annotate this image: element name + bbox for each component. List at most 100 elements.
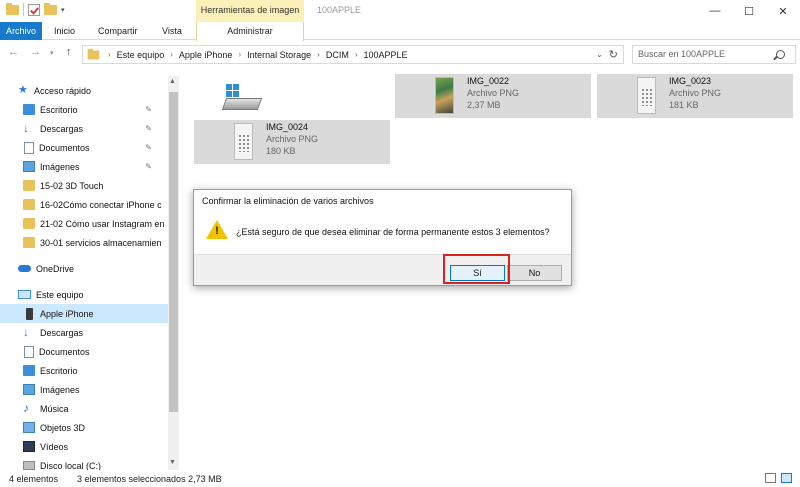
- sidebar-item-label: Documentos: [39, 142, 90, 153]
- recent-locations-chevron-icon[interactable]: ▾: [50, 49, 54, 57]
- disk-icon: [23, 461, 35, 470]
- pin-icon: ✎: [145, 143, 152, 152]
- sidebar-item-imagenes[interactable]: Imágenes ✎: [0, 157, 168, 176]
- tab-inicio[interactable]: Inicio: [54, 22, 75, 40]
- sidebar-item-descargas[interactable]: ↓ Descargas ✎: [0, 119, 168, 138]
- forward-arrow-icon[interactable]: →: [30, 46, 41, 58]
- desktop-folder-icon: [23, 365, 35, 376]
- sidebar-item-objetos-3d[interactable]: Objetos 3D: [0, 418, 168, 437]
- breadcrumb-separator-icon[interactable]: ›: [170, 50, 173, 59]
- file-type: Archivo PNG: [467, 88, 520, 98]
- sidebar-item-label: Imágenes: [40, 384, 80, 395]
- sidebar-item-folder-instagram[interactable]: 21-02 Cómo usar Instagram en: [0, 214, 168, 233]
- file-tile-img-0024[interactable]: IMG_0024 Archivo PNG 180 KB: [194, 120, 390, 164]
- pictures-icon: [23, 384, 35, 395]
- sidebar-scrollbar-thumb[interactable]: [169, 92, 178, 412]
- file-tile-img-0023[interactable]: IMG_0023 Archivo PNG 181 KB: [597, 74, 793, 118]
- sidebar-item-label: Música: [40, 403, 69, 414]
- windows-drive-icon[interactable]: [221, 84, 263, 114]
- details-view-icon[interactable]: [765, 473, 776, 483]
- yes-button-highlight: [443, 254, 510, 284]
- tab-vista[interactable]: Vista: [162, 22, 182, 40]
- title-bar: ▾ Herramientas de imagen 100APPLE — ☐ ✕: [0, 0, 800, 40]
- up-arrow-icon[interactable]: ↑: [66, 46, 72, 58]
- refresh-icon[interactable]: ↻: [609, 48, 618, 61]
- sidebar-item-videos[interactable]: Vídeos: [0, 437, 168, 456]
- sidebar-item-disco-local[interactable]: Disco local (C:): [0, 456, 168, 470]
- navigation-bar: ← → ▾ ↑ › Este equipo › Apple iPhone › I…: [0, 42, 800, 66]
- cloud-icon: [18, 265, 31, 272]
- new-folder-icon[interactable]: [44, 2, 57, 15]
- breadcrumb-separator-icon[interactable]: ›: [317, 50, 320, 59]
- tab-compartir[interactable]: Compartir: [98, 22, 138, 40]
- sidebar-item-label: 21-02 Cómo usar Instagram en: [40, 218, 165, 229]
- tab-archivo[interactable]: Archivo: [0, 22, 42, 40]
- sidebar-item-documentos[interactable]: Documentos ✎: [0, 138, 168, 157]
- scroll-up-arrow-icon[interactable]: ▲: [169, 78, 176, 85]
- no-button[interactable]: No: [507, 265, 562, 281]
- customize-toolbar-chevron-icon[interactable]: ▾: [61, 6, 65, 14]
- window-title: 100APPLE: [317, 5, 362, 15]
- video-icon: [23, 441, 35, 452]
- sidebar-item-folder-3d-touch[interactable]: 15-02 3D Touch: [0, 176, 168, 195]
- breadcrumb-apple-iphone[interactable]: Apple iPhone: [179, 50, 233, 60]
- breadcrumb-internal-storage[interactable]: Internal Storage: [247, 50, 311, 60]
- tiles-view-icon[interactable]: [781, 473, 792, 483]
- back-arrow-icon[interactable]: ←: [8, 46, 19, 58]
- close-button[interactable]: ✕: [766, 0, 800, 22]
- address-history-chevron-icon[interactable]: ⌄: [596, 50, 603, 59]
- address-bar[interactable]: › Este equipo › Apple iPhone › Internal …: [82, 45, 624, 64]
- sidebar-item-label: 15-02 3D Touch: [40, 180, 104, 191]
- breadcrumb-dcim[interactable]: DCIM: [326, 50, 349, 60]
- search-input[interactable]: Buscar en 100APPLE: [632, 45, 796, 64]
- image-thumbnail: [435, 77, 454, 114]
- tab-administrar[interactable]: Administrar: [196, 22, 304, 41]
- document-icon: [24, 345, 34, 358]
- sidebar-item-imagenes-pc[interactable]: Imágenes: [0, 380, 168, 399]
- phone-icon: [26, 307, 33, 320]
- sidebar-item-apple-iphone[interactable]: Apple iPhone: [0, 304, 168, 323]
- sidebar-item-label: Escritorio: [40, 365, 78, 376]
- image-thumbnail: [234, 123, 253, 160]
- properties-icon[interactable]: [28, 3, 40, 16]
- sidebar-item-escritorio-pc[interactable]: Escritorio: [0, 361, 168, 380]
- breadcrumb-separator-icon: ›: [108, 50, 111, 59]
- selection-info: 3 elementos seleccionados 2,73 MB: [77, 474, 222, 484]
- sidebar-item-label: Imágenes: [40, 161, 80, 172]
- item-count: 4 elementos: [9, 474, 59, 484]
- pictures-icon: [23, 161, 35, 172]
- image-thumbnail: [637, 77, 656, 114]
- sidebar-item-label: Documentos: [39, 346, 90, 357]
- toolbar-divider: [23, 3, 24, 16]
- sidebar-item-descargas-pc[interactable]: ↓ Descargas: [0, 323, 168, 342]
- 3d-objects-icon: [23, 422, 35, 433]
- breadcrumb-100apple[interactable]: 100APPLE: [364, 50, 408, 60]
- maximize-button[interactable]: ☐: [732, 0, 766, 22]
- file-type: Archivo PNG: [669, 88, 722, 98]
- sidebar-item-acceso-rapido[interactable]: ★ Acceso rápido: [0, 81, 168, 100]
- file-name: IMG_0022: [467, 76, 510, 86]
- breadcrumb-este-equipo[interactable]: Este equipo: [117, 50, 165, 60]
- breadcrumb-separator-icon[interactable]: ›: [355, 50, 358, 59]
- contextual-group-label: Herramientas de imagen: [200, 5, 300, 15]
- download-icon: ↓: [23, 121, 29, 135]
- document-icon: [24, 141, 34, 154]
- warning-exclamation: !: [215, 225, 219, 237]
- file-tile-img-0022[interactable]: IMG_0022 Archivo PNG 2,37 MB: [395, 74, 591, 118]
- sidebar-item-escritorio[interactable]: Escritorio ✎: [0, 100, 168, 119]
- minimize-button[interactable]: —: [698, 0, 732, 22]
- sidebar-item-este-equipo[interactable]: Este equipo: [0, 285, 168, 304]
- sidebar-item-onedrive[interactable]: OneDrive: [0, 259, 168, 278]
- drive-body: [221, 98, 263, 110]
- dialog-message: ¿Está seguro de que desea eliminar de fo…: [236, 227, 550, 237]
- folder-icon: [23, 199, 35, 210]
- search-icon[interactable]: [776, 50, 785, 59]
- pin-icon: ✎: [145, 162, 152, 171]
- sidebar-item-folder-servicios[interactable]: 30-01 servicios almacenamien: [0, 233, 168, 252]
- breadcrumb-separator-icon[interactable]: ›: [238, 50, 241, 59]
- folder-icon[interactable]: [6, 2, 19, 15]
- sidebar-item-folder-conectar-iphone[interactable]: 16-02Cómo conectar iPhone c: [0, 195, 168, 214]
- scroll-down-arrow-icon[interactable]: ▼: [169, 459, 176, 466]
- sidebar-item-musica[interactable]: ♪ Música: [0, 399, 168, 418]
- sidebar-item-documentos-pc[interactable]: Documentos: [0, 342, 168, 361]
